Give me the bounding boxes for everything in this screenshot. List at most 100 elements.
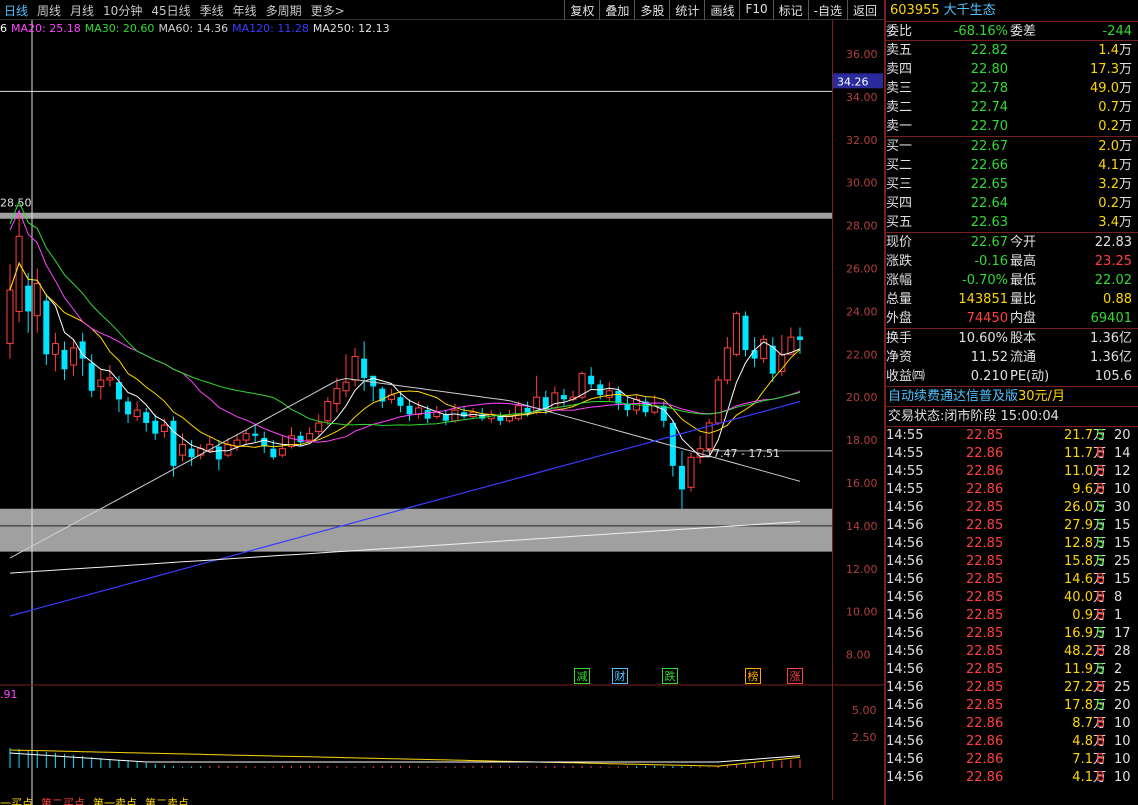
candle [342, 354, 350, 398]
tick-side: B [1096, 572, 1105, 587]
tool-button-3[interactable]: 统计 [669, 0, 704, 20]
period-tabs: 日线 周线 月线 10分钟 45日线 季线 年线 多周期 更多> [4, 2, 354, 19]
tool-button-7[interactable]: -自选 [807, 0, 847, 20]
candle [732, 311, 740, 357]
fund-label: 收益㈣ [886, 369, 926, 384]
stat-label: 外盘 [886, 311, 913, 326]
price-tick-10: 16.00 [846, 477, 878, 490]
signal-tab-2[interactable]: 第一卖点 [93, 797, 137, 805]
ask-label: 卖三 [886, 81, 913, 96]
tick-row: 14:56 22.86 4.1万 B 10 [886, 769, 1138, 787]
candle [333, 377, 341, 413]
kline-chart[interactable]: 36.00 34.00 32.00 30.00 28.00 26.00 24.00 22.00… [0, 20, 884, 805]
signal-tab-0[interactable]: 一买点 [0, 797, 33, 805]
tick-time: 14:56 [886, 698, 924, 713]
fund-value: 11.52 [970, 350, 1008, 365]
period-tab-2[interactable]: 月线 [70, 2, 94, 19]
subscription-price: 30元/月 [1018, 389, 1065, 404]
candle [660, 401, 667, 428]
tick-list[interactable]: 14:55 22.85 21.7万 S 20 14:55 22.86 11.7万 B 14 14:5… [886, 427, 1138, 787]
fund-label-2: 流通 [1010, 350, 1037, 365]
period-tab-1[interactable]: 周线 [37, 2, 61, 19]
tick-volume: 8.7万 [1072, 716, 1106, 731]
tool-button-0[interactable]: 复权 [564, 0, 599, 20]
bid-volume-unit: 万 [1118, 177, 1132, 192]
price-tick-9: 18.00 [846, 434, 878, 447]
tick-side: B [1096, 482, 1105, 497]
event-marker-3[interactable]: 榜 [745, 668, 761, 684]
tick-count: 25 [1114, 680, 1131, 695]
event-marker-1[interactable]: 财 [612, 668, 628, 684]
candle [125, 397, 132, 423]
signal-tab-1[interactable]: 第二买点 [41, 797, 85, 805]
period-tab-8[interactable]: 更多> [311, 2, 345, 19]
fund-value-2: 105.6 [1094, 369, 1132, 384]
tick-count: 20 [1114, 428, 1131, 443]
candle [588, 367, 595, 389]
tick-count: 10 [1114, 752, 1131, 767]
event-marker-0[interactable]: 减 [574, 668, 590, 684]
tick-volume: 14.6万 [1064, 572, 1106, 587]
high-price-label: 28.50 [0, 197, 32, 210]
stock-header[interactable]: 603955 大千生态 [886, 0, 1138, 22]
tick-side: B [1096, 680, 1105, 695]
stat-label: 现价 [886, 235, 913, 250]
stat-label-2: 内盘 [1010, 311, 1037, 326]
bid-price: 22.64 [970, 196, 1008, 211]
tool-button-8[interactable]: 返回 [846, 0, 882, 20]
subscription-banner[interactable]: 自动续费通达信普及版30元/月 [886, 387, 1138, 407]
period-tab-0[interactable]: 日线 [4, 2, 28, 19]
tick-volume: 15.8万 [1064, 554, 1106, 569]
tick-row: 14:56 22.85 27.2万 B 25 [886, 679, 1138, 697]
period-tab-4[interactable]: 45日线 [151, 2, 190, 19]
ask-row-4: 卖一 22.70 0.2万 [886, 117, 1138, 136]
stat-row-2: 涨幅 -0.70% 最低 22.02 [886, 271, 1138, 290]
period-tab-7[interactable]: 多周期 [266, 2, 302, 19]
ask-price: 22.74 [970, 100, 1008, 115]
tick-side: B [1096, 752, 1105, 767]
candle [696, 435, 704, 464]
candle [461, 405, 468, 419]
tick-price: 22.86 [966, 716, 1004, 731]
period-tab-6[interactable]: 年线 [233, 2, 257, 19]
signal-tab-3[interactable]: 第二卖点 [145, 797, 189, 805]
period-tab-3[interactable]: 10分钟 [103, 2, 142, 19]
tick-count: 15 [1114, 536, 1131, 551]
stat-value-2: 23.25 [1094, 254, 1132, 269]
tick-side: S [1096, 554, 1105, 569]
tick-price: 22.85 [966, 572, 1004, 587]
period-tab-5[interactable]: 季线 [200, 2, 224, 19]
ask-price: 22.80 [970, 62, 1008, 77]
event-marker-2[interactable]: 跌 [662, 668, 678, 684]
tick-volume: 11.0万 [1064, 464, 1106, 479]
price-tick-13: 10.00 [846, 606, 878, 619]
tick-side: S [1096, 626, 1105, 641]
tick-row: 14:56 22.85 16.9万 S 17 [886, 625, 1138, 643]
tick-count: 8 [1114, 590, 1123, 605]
tick-time: 14:56 [886, 500, 924, 515]
stat-value-2: 0.88 [1103, 292, 1132, 307]
tool-button-2[interactable]: 多股 [634, 0, 669, 20]
candle [252, 425, 259, 443]
trading-state: 交易状态:闭市阶段 15:00:04 [886, 407, 1138, 427]
ma-legend-item-5: MA250: 12.13 [312, 22, 390, 35]
tick-time: 14:56 [886, 752, 924, 767]
tool-button-1[interactable]: 叠加 [599, 0, 634, 20]
ask-volume: 0.2万 [1098, 119, 1132, 134]
tick-volume: 21.7万 [1064, 428, 1106, 443]
tick-price: 22.85 [966, 662, 1004, 677]
ask-price: 22.78 [970, 81, 1008, 96]
tick-price: 22.85 [966, 554, 1004, 569]
tool-button-6[interactable]: 标记 [772, 0, 808, 20]
price-tick-12: 12.00 [846, 563, 878, 576]
event-marker-4[interactable]: 涨 [787, 668, 803, 684]
tick-row: 14:56 22.85 15.8万 S 25 [886, 553, 1138, 571]
tool-button-5[interactable]: F10 [739, 0, 772, 20]
candle [106, 365, 114, 387]
tool-button-4[interactable]: 画线 [704, 0, 739, 20]
price-tick-14: 8.00 [846, 649, 871, 662]
tick-volume: 17.8万 [1064, 698, 1106, 713]
candle [51, 332, 59, 372]
bid-row-3: 买四 22.64 0.2万 [886, 194, 1138, 213]
fund-label: 净资 [886, 350, 913, 365]
